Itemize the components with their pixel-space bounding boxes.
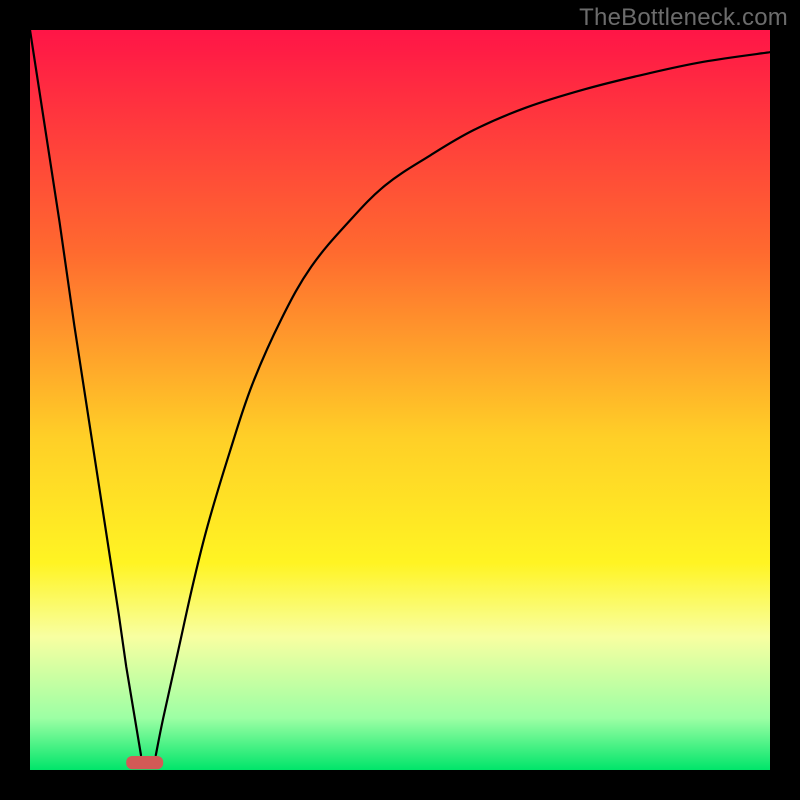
chart-frame: TheBottleneck.com — [0, 0, 800, 800]
plot-area — [30, 30, 770, 770]
watermark-text: TheBottleneck.com — [579, 4, 788, 32]
bottleneck-curve-chart — [30, 30, 770, 770]
minimum-marker — [126, 756, 163, 769]
gradient-background — [30, 30, 770, 770]
